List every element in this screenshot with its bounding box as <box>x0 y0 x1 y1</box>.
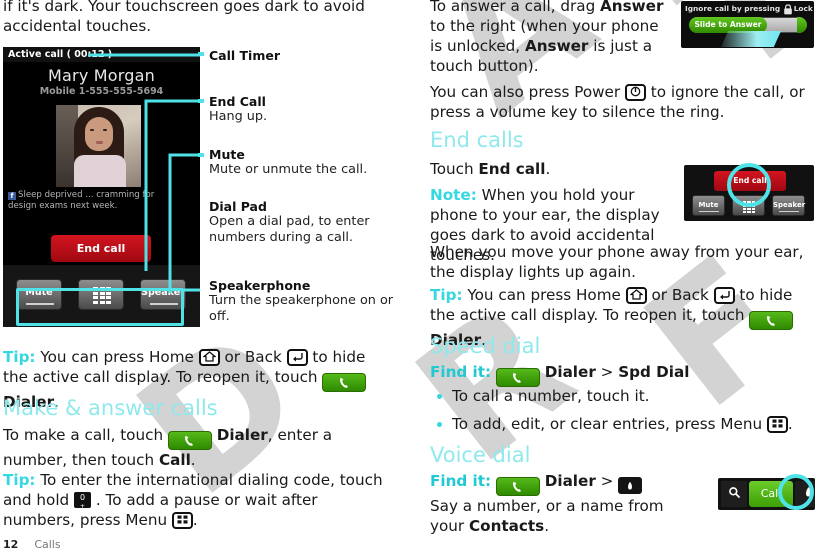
touch-part2: . <box>545 160 551 178</box>
search-icon <box>728 484 741 503</box>
answer-call-paragraph: To answer a call, drag Answer to the rig… <box>430 0 675 76</box>
callout-mute-desc: Mute or unmute the call. <box>209 162 368 177</box>
note-continuation: When you move your phone away from your … <box>430 243 804 281</box>
breadcrumb-separator: > <box>600 363 614 381</box>
answer-bold-2: Answer <box>524 37 589 55</box>
contacts-bold: Contacts <box>468 517 545 535</box>
slider-end-cap <box>797 17 807 33</box>
callout-end-call-title: End Call <box>209 94 266 109</box>
menu-icon <box>766 416 788 433</box>
home-icon <box>198 349 220 366</box>
list-item: To add, edit, or clear entries, press Me… <box>434 414 814 434</box>
callout-speakerphone: Speakerphone Turn the speakerphone on or… <box>209 278 399 325</box>
answer-slider[interactable]: Slide to Answer <box>689 17 807 33</box>
bullet-2-suffix: . <box>787 415 793 433</box>
voice-part2: . <box>544 517 550 535</box>
back-icon <box>286 349 308 366</box>
callout-speakerphone-title: Speakerphone <box>209 278 311 293</box>
tip-label: Tip: <box>3 348 36 366</box>
callout-dial-pad: Dial Pad Open a dial pad, to enter numbe… <box>209 199 399 246</box>
swipe-gesture-arrow <box>721 31 781 47</box>
power-icon <box>624 84 646 101</box>
dialer-label: Dialer <box>544 363 596 381</box>
tip-international-code: Tip: To enter the international dialing … <box>3 470 393 530</box>
section-voice-dial: Voice dial <box>430 443 531 467</box>
dialer-label: Dialer <box>544 472 596 490</box>
section-speed-dial: Speed dial <box>430 334 541 358</box>
bullet-1-text: To call a number, touch it. <box>452 387 650 405</box>
tip3-part2: or Back <box>651 286 709 304</box>
tip2-part3: . <box>192 511 198 529</box>
find-it-label: Find it: <box>430 472 492 490</box>
call-bold: Call <box>158 451 191 469</box>
voice-dial-body: Say a number, or a name from your Contac… <box>430 496 680 536</box>
slide-to-answer-knob[interactable]: Slide to Answer <box>689 17 767 33</box>
answer-bold-1: Answer <box>600 0 664 15</box>
menu-icon <box>171 512 193 529</box>
callout-call-timer-title: Call Timer <box>209 48 281 63</box>
tip-label: Tip: <box>430 286 463 304</box>
callout-mute: Mute Mute or unmute the call. <box>209 147 367 178</box>
home-icon <box>625 287 647 304</box>
spd-dial-label: Spd Dial <box>618 363 690 381</box>
lock-instruction: Ignore call by pressing Lock button <box>681 1 814 16</box>
bullet-2-text: To add, edit, or clear entries, press Me… <box>452 415 763 433</box>
callout-end-call: End Call Hang up. <box>209 94 267 125</box>
callout-call-timer: Call Timer <box>209 48 280 63</box>
dialer-icon[interactable] <box>495 368 540 387</box>
lock-icon <box>783 4 794 16</box>
end-call-bold: End call <box>478 160 546 178</box>
speaker-button-label: Speaker <box>773 201 806 209</box>
breadcrumb-separator: > <box>600 472 614 490</box>
chapter-name: Calls <box>34 538 61 551</box>
callout-dial-pad-desc: Open a dial pad, to enter numbers during… <box>209 214 370 245</box>
make-call-part3: . <box>190 451 196 469</box>
find-it-label: Find it: <box>430 363 492 381</box>
search-button[interactable] <box>721 481 747 507</box>
page-footer: 12 Calls <box>3 538 61 551</box>
back-icon <box>713 287 735 304</box>
manual-page: D R A F T if it's dark. Your touchscreen… <box>0 0 815 555</box>
dialer-icon[interactable] <box>495 477 540 496</box>
touch-part1: Touch <box>430 160 474 178</box>
power-part1: You can also press Power <box>430 83 621 101</box>
section-end-calls: End calls <box>430 128 524 152</box>
zero-key-icon[interactable]: 0 + <box>74 492 92 510</box>
answer-part1: To answer a call, drag <box>430 0 596 15</box>
lock-text-before: Ignore call by pressing <box>685 4 781 13</box>
speed-dial-find-it: Find it: Dialer > Spd Dial <box>430 362 815 387</box>
incoming-call-lock-screenshot: Ignore call by pressing Lock button Slid… <box>681 1 814 48</box>
end-call-highlight-ring <box>727 163 771 207</box>
microphone-icon[interactable] <box>618 477 643 494</box>
voice-dial-find-it: Find it: Dialer > <box>430 471 690 496</box>
callout-dial-pad-title: Dial Pad <box>209 199 267 214</box>
speed-dial-bullets: To call a number, touch it. To add, edit… <box>434 386 814 442</box>
dialer-icon[interactable] <box>749 311 794 330</box>
lock-text-after: Lock button <box>793 4 814 13</box>
tip-label: Tip: <box>3 471 36 489</box>
page-number: 12 <box>3 538 19 551</box>
speaker-button[interactable]: Speaker <box>772 195 805 216</box>
dialer-icon[interactable] <box>322 373 367 392</box>
dialer-icon[interactable] <box>167 431 212 450</box>
make-call-part1: To make a call, touch <box>3 426 164 444</box>
callout-end-call-desc: Hang up. <box>209 109 268 124</box>
callout-speakerphone-desc: Turn the speakerphone on or off. <box>209 293 394 324</box>
mute-button-label: Mute <box>698 201 719 209</box>
power-ignore-paragraph: You can also press Power to ignore the c… <box>430 82 815 122</box>
mute-button[interactable]: Mute <box>692 195 725 216</box>
tip3-part1: You can press Home <box>467 286 621 304</box>
tip1-part1: You can press Home <box>40 348 194 366</box>
dialer-label: Dialer <box>216 426 268 444</box>
voice-dial-highlight-ring <box>778 474 814 510</box>
note-label: Note: <box>430 186 477 204</box>
callout-mute-title: Mute <box>209 147 245 162</box>
section-make-answer-calls: Make & answer calls <box>3 396 218 420</box>
tip1-part2: or Back <box>224 348 282 366</box>
list-item: To call a number, touch it. <box>434 386 814 406</box>
touch-end-call-paragraph: Touch End call. <box>430 159 670 179</box>
make-call-paragraph: To make a call, touch Dialer, enter a nu… <box>3 425 393 470</box>
